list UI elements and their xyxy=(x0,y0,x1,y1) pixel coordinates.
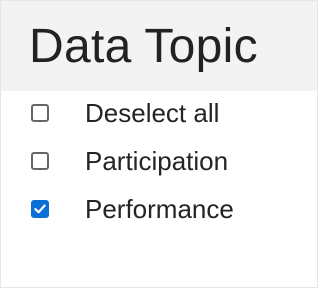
filter-option-participation[interactable]: Participation xyxy=(1,139,317,187)
checkbox-unchecked[interactable] xyxy=(31,152,49,170)
filter-option-label: Participation xyxy=(85,146,229,176)
filter-header: Data Topic xyxy=(1,1,317,91)
filter-option-label: Performance xyxy=(85,194,234,224)
checkbox-checked[interactable] xyxy=(31,200,49,218)
filter-option-deselect-all[interactable]: Deselect all xyxy=(1,91,317,139)
filter-title: Data Topic xyxy=(29,20,258,73)
checkbox-unchecked[interactable] xyxy=(31,104,49,122)
filter-option-performance[interactable]: Performance xyxy=(1,187,317,235)
filter-option-label: Deselect all xyxy=(85,98,220,128)
checkmark-icon xyxy=(34,204,46,214)
filter-panel: Data Topic Deselect all Participation Pe… xyxy=(0,0,318,288)
